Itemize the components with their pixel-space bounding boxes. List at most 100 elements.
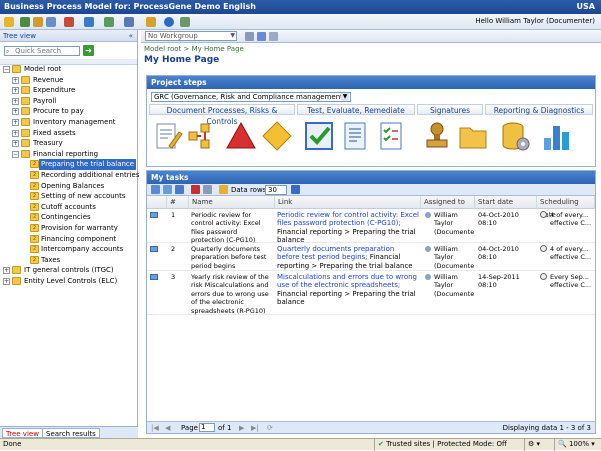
remediation-checklist-icon[interactable] xyxy=(375,120,407,152)
evaluation-document-icon[interactable] xyxy=(339,120,371,152)
tree-item[interactable]: 2 Contingencies xyxy=(0,212,137,223)
col-assigned-to[interactable]: Assigned to xyxy=(421,196,475,209)
delete-icon[interactable] xyxy=(191,185,200,194)
folder-icon[interactable] xyxy=(219,185,228,194)
tree-item[interactable]: + Entity Level Controls (ELC) xyxy=(0,276,137,287)
signature-folder-icon[interactable] xyxy=(457,120,489,152)
collapse-icon[interactable]: − xyxy=(3,66,10,73)
tree-item[interactable]: 2 Financing component xyxy=(0,234,137,245)
task-start-date: 04-Oct-2010 08:10 xyxy=(478,245,519,262)
col-start-date[interactable]: Start date xyxy=(475,196,537,209)
col-number[interactable]: # xyxy=(167,196,189,209)
process-map-icon[interactable] xyxy=(187,120,219,152)
expand-icon[interactable]: + xyxy=(12,76,19,84)
tree-item[interactable]: 2 Taxes xyxy=(0,255,137,266)
collapse-panel-icon[interactable]: « xyxy=(129,30,133,42)
tree-item[interactable]: 2 Cutoff accounts xyxy=(0,202,137,213)
tree-item-selected[interactable]: 2 Preparing the trial balance xyxy=(0,159,137,170)
folder-icon xyxy=(21,96,30,105)
risk-triangle-icon[interactable] xyxy=(225,120,257,152)
data-rows-input[interactable]: 30 xyxy=(265,185,287,195)
refresh-icon[interactable] xyxy=(257,32,266,41)
expand-icon[interactable]: + xyxy=(12,140,19,148)
help-icon[interactable] xyxy=(164,17,174,27)
bar-chart-icon[interactable] xyxy=(541,120,573,152)
col-name[interactable]: Name xyxy=(189,196,275,209)
next-page-icon[interactable]: ▶ xyxy=(239,423,244,433)
tools-icon[interactable] xyxy=(104,17,114,27)
report-icon[interactable] xyxy=(84,17,94,27)
avatar xyxy=(425,246,431,252)
quick-search-input[interactable]: Quick Search xyxy=(4,46,80,56)
import-icon[interactable] xyxy=(175,185,184,194)
breadcrumb[interactable]: Model root > My Home Page xyxy=(144,45,244,53)
tab-tree-view[interactable]: Tree view xyxy=(2,428,43,438)
search-icon[interactable] xyxy=(203,185,212,194)
search-go-button[interactable]: ➜ xyxy=(83,45,94,56)
task-link[interactable]: Periodic review for control activity: Ex… xyxy=(277,211,419,227)
protection-icon[interactable]: ⚙ ▾ xyxy=(524,439,554,451)
home-icon[interactable] xyxy=(4,17,14,27)
expand-icon[interactable]: + xyxy=(12,108,19,116)
tree-item[interactable]: + Treasury xyxy=(0,138,137,149)
page-input[interactable]: 1 xyxy=(199,423,215,432)
col-link[interactable]: Link xyxy=(275,196,421,209)
filter-icon[interactable] xyxy=(245,32,254,41)
list-icon[interactable] xyxy=(46,17,56,27)
view-icon[interactable] xyxy=(269,32,278,41)
test-checkmark-icon[interactable] xyxy=(303,120,335,152)
first-page-icon[interactable]: |◀ xyxy=(151,423,159,433)
expand-icon[interactable]: + xyxy=(12,129,19,137)
tree-item[interactable]: + IT general controls (ITGC) xyxy=(0,265,137,276)
folder-icon[interactable] xyxy=(33,17,43,27)
table-row[interactable]: 1 Periodic review for control activity: … xyxy=(147,209,595,245)
model-icon[interactable] xyxy=(20,17,30,27)
workflow-icon[interactable] xyxy=(124,17,134,27)
tree-item[interactable]: 2 Provision for warranty xyxy=(0,223,137,234)
tree-item-label: Cutoff accounts xyxy=(41,202,96,211)
table-row[interactable]: 2 Quarterly documents preparation before… xyxy=(147,243,595,271)
control-diamond-icon[interactable] xyxy=(261,120,293,152)
expand-icon[interactable]: + xyxy=(12,87,19,95)
task-name: Periodic review for control activity: Ex… xyxy=(191,211,261,245)
tree-item[interactable]: − Financial reporting xyxy=(0,149,137,160)
tree-item[interactable]: + Inventory management xyxy=(0,117,137,128)
tree-item[interactable]: 2 Recording additional entries xyxy=(0,170,140,181)
refresh-icon[interactable] xyxy=(151,185,160,194)
tree-item[interactable]: 2 Opening Balances xyxy=(0,181,137,192)
tree-item-model-root[interactable]: − Model root xyxy=(0,64,137,75)
expand-icon[interactable]: + xyxy=(12,118,19,126)
columns-icon[interactable] xyxy=(291,185,300,194)
export-icon[interactable] xyxy=(163,185,172,194)
table-row[interactable]: 3 Yearly risk review of the risk Miscalc… xyxy=(147,271,595,315)
tree-item[interactable]: + Revenue xyxy=(0,75,137,86)
collapse-icon[interactable]: − xyxy=(12,150,19,158)
workgroup-select[interactable]: No Workgroup ▼ xyxy=(145,31,237,41)
exit-icon[interactable] xyxy=(180,17,190,27)
locale-label[interactable]: USA xyxy=(577,0,595,14)
main-toolbar: Hello William Taylor (Documenter) xyxy=(0,14,601,30)
expand-icon[interactable]: + xyxy=(3,267,10,275)
reload-icon[interactable]: ⟳ xyxy=(267,423,273,433)
expand-icon[interactable]: + xyxy=(12,97,19,105)
tree-item[interactable]: + Procure to pay xyxy=(0,106,137,117)
task-link[interactable]: Miscalculations and errors due to wrong … xyxy=(277,273,417,289)
prev-page-icon[interactable]: ◀ xyxy=(165,423,170,433)
tree-item-label: Entity Level Controls (ELC) xyxy=(24,276,118,285)
expand-icon[interactable]: + xyxy=(3,277,10,285)
tree-item[interactable]: + Expenditure xyxy=(0,85,137,96)
user-icon[interactable] xyxy=(64,17,74,27)
last-page-icon[interactable]: ▶| xyxy=(251,423,259,433)
col-scheduling-date[interactable]: Scheduling date xyxy=(537,196,595,219)
tree-item[interactable]: + Fixed assets xyxy=(0,128,137,139)
tree-item[interactable]: + Payroll xyxy=(0,96,137,107)
methodology-select[interactable]: GRC (Governance, Risk and Compliance man… xyxy=(151,92,351,102)
document-edit-icon[interactable] xyxy=(151,120,183,152)
tree-item[interactable]: 2 Setting of new accounts xyxy=(0,191,137,202)
tree-item[interactable]: 2 Intercompany accounts xyxy=(0,244,137,255)
zoom-control[interactable]: 🔍 100% ▾ xyxy=(554,439,601,451)
signature-stamp-icon[interactable] xyxy=(421,120,453,152)
database-settings-icon[interactable] xyxy=(499,120,531,152)
settings-icon[interactable] xyxy=(146,17,156,27)
tab-search-results[interactable]: Search results xyxy=(42,428,100,438)
